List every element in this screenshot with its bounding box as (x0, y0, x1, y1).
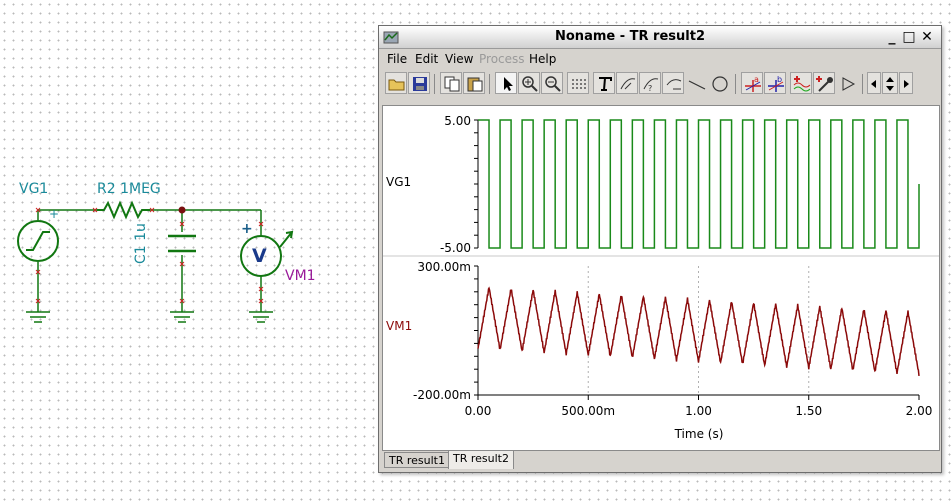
vg1-axis-label: VG1 (386, 175, 411, 189)
r2-resistor-icon (97, 200, 150, 220)
copy-icon (444, 76, 460, 92)
junction-dot (178, 206, 186, 214)
zoom-out-button[interactable] (541, 72, 563, 94)
x-axis-label: Time (s) (674, 427, 724, 441)
play-icon (842, 77, 856, 91)
scroll-left-button[interactable] (867, 72, 881, 94)
menu-help[interactable]: Help (529, 52, 556, 66)
close-button[interactable]: ✕ (919, 29, 935, 45)
vm1-ytick-bottom: -200.00m (413, 388, 471, 402)
pointer-button[interactable] (495, 72, 517, 94)
window-titlebar[interactable]: Noname - TR result2 _ □ ✕ (379, 26, 941, 49)
result-tabs: TR result1 TR result2 (382, 450, 938, 470)
color-picker-icon (816, 76, 833, 92)
x-tick-label: 1.00 (685, 404, 712, 418)
top-wire (37, 209, 261, 220)
copy-button[interactable] (440, 72, 462, 94)
toolbar: ? a b (383, 72, 939, 98)
paste-button[interactable] (463, 72, 485, 94)
minimize-button[interactable]: _ (884, 29, 900, 45)
menu-process[interactable]: Process (479, 52, 525, 66)
grid-lines (587, 266, 810, 395)
svg-text:?: ? (648, 84, 652, 93)
grid-icon (572, 79, 586, 89)
add-curve-button[interactable] (790, 72, 812, 94)
vm1-v-symbol: V (252, 245, 267, 267)
c1-label[interactable]: C1 1u (133, 223, 149, 264)
x-tick-label: 1.50 (795, 404, 822, 418)
x-tick-label: 500.00m (561, 404, 615, 418)
ellipse-tool-icon (712, 76, 728, 92)
open-folder-icon (388, 79, 405, 91)
play-button[interactable] (836, 72, 858, 94)
curve-label-2-icon: ? (643, 78, 659, 93)
vg1-ytick-bottom: -5.00 (440, 241, 471, 255)
zoom-in-icon (522, 76, 538, 92)
scroll-left-icon (871, 80, 876, 88)
r2-label[interactable]: R2 1MEG (97, 181, 161, 197)
x-tick-label: 0.00 (465, 404, 492, 418)
scroll-updown-icon (886, 77, 894, 91)
menu-edit[interactable]: Edit (415, 52, 438, 66)
cursor-a-button[interactable]: a (741, 72, 763, 94)
curve-label-icon (620, 78, 636, 90)
ground-icons (26, 311, 273, 323)
grid-button[interactable] (567, 72, 589, 94)
vg1-ytick-top: 5.00 (444, 114, 471, 128)
zoom-out-icon (545, 76, 561, 92)
pointer-icon (504, 77, 513, 91)
svg-text:a: a (754, 75, 759, 84)
scroll-updown-button[interactable] (882, 72, 898, 94)
paste-icon (467, 77, 483, 92)
cursor-b-button[interactable]: b (764, 72, 786, 94)
line-tool-button[interactable] (685, 72, 707, 94)
plot-area[interactable]: 0.00 500.00m 1.00 1.50 2.00 VG1 VM1 5.00 -5.… (382, 105, 940, 451)
plot-svg: 0.00 500.00m 1.00 1.50 2.00 VG1 VM1 5.00 -5.… (383, 114, 939, 441)
svg-text:b: b (777, 75, 782, 84)
vg1-trace (478, 119, 920, 249)
ellipse-tool-button[interactable] (708, 72, 730, 94)
curve-label-button[interactable] (616, 72, 638, 94)
text-tool-icon (599, 77, 612, 91)
scroll-right-button[interactable] (899, 72, 913, 94)
curve-label-2-button[interactable]: ? (639, 72, 661, 94)
vm1-label[interactable]: VM1 (285, 268, 316, 284)
save-icon (413, 77, 427, 91)
menu-view[interactable]: View (445, 52, 473, 66)
schematic-drawing (17, 200, 294, 323)
pin-markers (35, 207, 264, 304)
curve-label-3-icon (666, 79, 682, 90)
cursor-a-icon: a (745, 75, 761, 92)
add-curve-icon (793, 76, 811, 92)
curve-label-3-button[interactable] (662, 72, 684, 94)
tab-tr-result2[interactable]: TR result2 (448, 450, 514, 469)
vg1-plus-sign: + (49, 207, 60, 221)
x-ticks: 0.00 500.00m 1.00 1.50 2.00 (465, 395, 933, 418)
tab-tr-result1[interactable]: TR result1 (384, 452, 450, 468)
text-tool-button[interactable] (593, 72, 615, 94)
scroll-right-icon (904, 80, 909, 88)
window-title: Noname - TR result2 (555, 29, 705, 44)
line-tool-icon (688, 80, 706, 90)
menubar: File Edit View Process Help (379, 49, 941, 69)
vm1-ytick-top: 300.00m (417, 260, 471, 274)
tr-result-window[interactable]: Noname - TR result2 _ □ ✕ File Edit View… (378, 25, 942, 473)
x-tick-label: 2.00 (906, 404, 933, 418)
color-picker-button[interactable] (813, 72, 835, 94)
save-button[interactable] (408, 72, 430, 94)
open-button[interactable] (385, 72, 407, 94)
zoom-in-button[interactable] (518, 72, 540, 94)
y-ticks (474, 119, 478, 396)
vm1-plus-sign: + (241, 221, 253, 237)
vm1-axis-label: VM1 (386, 319, 412, 333)
vg1-source-icon (17, 220, 59, 262)
schematic-canvas[interactable]: VG1 + R2 1MEG C1 1u + V VM1 (0, 0, 380, 499)
c1-capacitor-icon (168, 234, 196, 253)
cursor-b-icon: b (768, 75, 784, 92)
menu-file[interactable]: File (387, 52, 407, 66)
maximize-button[interactable]: □ (901, 29, 917, 45)
vg1-label[interactable]: VG1 (19, 181, 48, 197)
